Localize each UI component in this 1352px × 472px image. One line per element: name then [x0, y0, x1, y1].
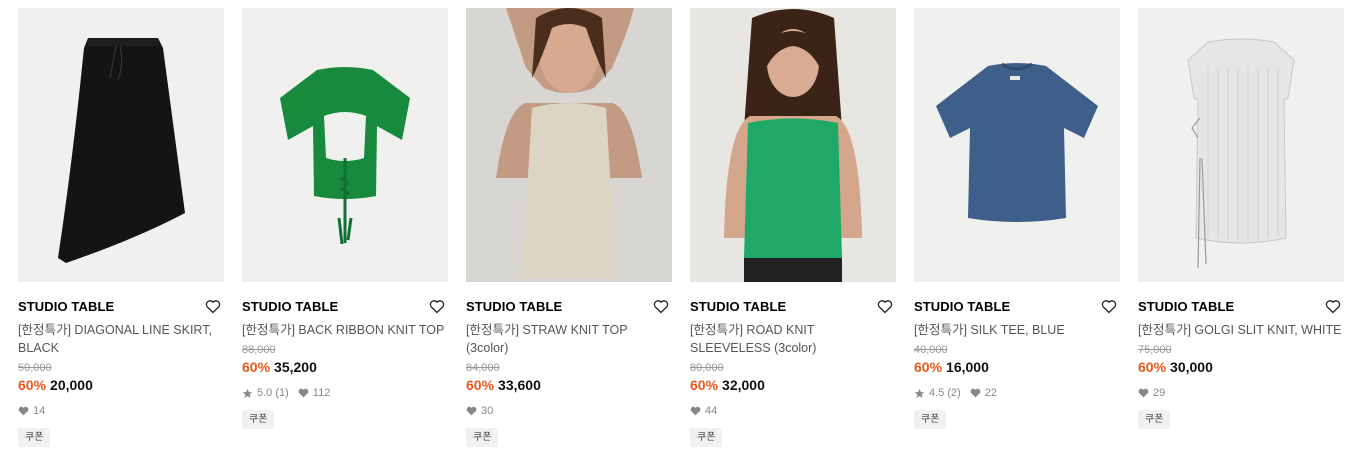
coupon-badge: 쿠폰 — [242, 410, 275, 429]
wishlist-heart-icon[interactable] — [652, 297, 670, 315]
wishlist-heart-icon[interactable] — [1100, 297, 1118, 315]
original-price: 88,000 — [242, 344, 276, 356]
price-row: 60% 33,600 — [466, 376, 672, 394]
discount-rate: 60% — [466, 377, 495, 393]
coupon-badge: 쿠폰 — [466, 428, 499, 447]
sale-price: 20,000 — [50, 377, 93, 393]
like-heart-icon — [466, 406, 477, 416]
brand-name[interactable]: STUDIO TABLE — [466, 299, 562, 314]
like-count: 29 — [1153, 387, 1166, 399]
like-count: 44 — [705, 405, 718, 417]
sale-price: 33,600 — [498, 377, 541, 393]
product-name[interactable]: [한정특가] STRAW KNIT TOP (3color) — [466, 321, 672, 357]
product-image[interactable] — [18, 8, 224, 282]
wishlist-heart-icon[interactable] — [1324, 297, 1342, 315]
rating: 4.5 (2) — [929, 387, 961, 399]
price-row: 60% 16,000 — [914, 358, 1120, 376]
wishlist-heart-icon[interactable] — [876, 297, 894, 315]
discount-rate: 60% — [690, 377, 719, 393]
coupon-badge: 쿠폰 — [1138, 410, 1171, 429]
product-card[interactable]: STUDIO TABLE [한정특가] GOLGI SLIT KNIT, WHI… — [1138, 8, 1344, 429]
product-meta: 5.0 (1) 112 — [242, 384, 448, 402]
wishlist-heart-icon[interactable] — [204, 297, 222, 315]
like-count: 22 — [984, 387, 998, 399]
product-card[interactable]: STUDIO TABLE [한정특가] STRAW KNIT TOP (3col… — [466, 8, 672, 447]
product-image[interactable] — [242, 8, 448, 282]
price-row: 60% 20,000 — [18, 376, 224, 394]
brand-name[interactable]: STUDIO TABLE — [1138, 299, 1234, 314]
price-row: 60% 35,200 — [242, 358, 448, 376]
star-icon — [914, 388, 925, 399]
product-card[interactable]: STUDIO TABLE [한정특가] SILK TEE, BLUE 40,00… — [914, 8, 1120, 429]
product-meta: 30 — [466, 402, 672, 420]
discount-rate: 60% — [1138, 359, 1167, 375]
original-price: 80,000 — [690, 362, 724, 374]
original-price: 75,000 — [1138, 344, 1172, 356]
original-price: 40,000 — [914, 344, 948, 356]
discount-rate: 60% — [18, 377, 47, 393]
coupon-badge: 쿠폰 — [690, 428, 723, 447]
like-heart-icon — [18, 406, 29, 416]
discount-rate: 60% — [914, 359, 943, 375]
price-row: 60% 32,000 — [690, 376, 896, 394]
product-meta: 29 — [1138, 384, 1344, 402]
like-heart-icon — [970, 388, 981, 398]
product-name[interactable]: [한정특가] DIAGONAL LINE SKIRT, BLACK — [18, 321, 224, 357]
product-card[interactable]: STUDIO TABLE [한정특가] ROAD KNIT SLEEVELESS… — [690, 8, 896, 447]
product-name[interactable]: [한정특가] SILK TEE, BLUE — [914, 321, 1120, 339]
original-price: 50,000 — [18, 362, 52, 374]
product-image[interactable] — [914, 8, 1120, 282]
product-name[interactable]: [한정특가] GOLGI SLIT KNIT, WHITE — [1138, 321, 1344, 339]
wishlist-heart-icon[interactable] — [428, 297, 446, 315]
sale-price: 16,000 — [946, 359, 989, 375]
brand-name[interactable]: STUDIO TABLE — [18, 299, 114, 314]
rating: 5.0 (1) — [257, 387, 289, 399]
like-heart-icon — [690, 406, 701, 416]
like-count: 112 — [312, 387, 331, 399]
like-count: 30 — [481, 405, 494, 417]
sale-price: 30,000 — [1170, 359, 1213, 375]
coupon-badge: 쿠폰 — [914, 410, 947, 429]
product-meta: 44 — [690, 402, 896, 420]
product-image[interactable] — [466, 8, 672, 282]
brand-name[interactable]: STUDIO TABLE — [242, 299, 338, 314]
brand-name[interactable]: STUDIO TABLE — [914, 299, 1010, 314]
like-heart-icon — [298, 388, 309, 398]
product-card[interactable]: STUDIO TABLE [한정특가] DIAGONAL LINE SKIRT,… — [18, 8, 224, 447]
coupon-badge: 쿠폰 — [18, 428, 51, 447]
product-meta: 4.5 (2) 22 — [914, 384, 1120, 402]
product-grid: STUDIO TABLE [한정특가] DIAGONAL LINE SKIRT,… — [0, 0, 1352, 472]
product-meta: 14 — [18, 402, 224, 420]
price-row: 60% 30,000 — [1138, 358, 1344, 376]
product-image[interactable] — [1138, 8, 1344, 282]
star-icon — [242, 388, 253, 399]
like-heart-icon — [1138, 388, 1149, 398]
brand-name[interactable]: STUDIO TABLE — [690, 299, 786, 314]
product-name[interactable]: [한정특가] ROAD KNIT SLEEVELESS (3color) — [690, 321, 896, 357]
discount-rate: 60% — [242, 359, 271, 375]
sale-price: 35,200 — [274, 359, 317, 375]
product-card[interactable]: STUDIO TABLE [한정특가] BACK RIBBON KNIT TOP… — [242, 8, 448, 429]
product-image[interactable] — [690, 8, 896, 282]
product-name[interactable]: [한정특가] BACK RIBBON KNIT TOP — [242, 321, 448, 339]
like-count: 14 — [33, 405, 46, 417]
original-price: 84,000 — [466, 362, 500, 374]
sale-price: 32,000 — [722, 377, 765, 393]
